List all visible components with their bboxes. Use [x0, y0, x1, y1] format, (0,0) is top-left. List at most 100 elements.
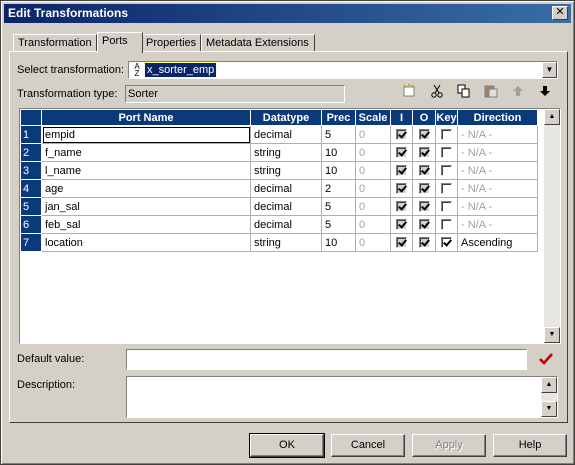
direction-cell[interactable]: Ascending — [457, 233, 538, 252]
column-header-scale[interactable]: Scale — [355, 109, 391, 126]
port-name-cell[interactable]: empid — [41, 125, 251, 144]
output-checkbox[interactable] — [418, 147, 430, 159]
direction-cell[interactable]: - N/A - — [457, 125, 538, 144]
key-checkbox[interactable] — [441, 165, 452, 177]
column-header-output[interactable]: O — [412, 109, 436, 126]
port-name-cell[interactable]: feb_sal — [41, 215, 251, 234]
datatype-cell[interactable]: string — [250, 161, 322, 180]
scale-cell[interactable]: 0 — [355, 179, 391, 198]
datatype-cell[interactable]: string — [250, 233, 322, 252]
table-row[interactable]: 4 age decimal 2 0 - N/A - — [20, 179, 538, 198]
scale-cell[interactable]: 0 — [355, 161, 391, 180]
input-checkbox[interactable] — [396, 219, 407, 231]
tab-transformation[interactable]: Transformation — [13, 34, 97, 52]
column-header-key[interactable]: Key — [435, 109, 458, 126]
datatype-cell[interactable]: decimal — [250, 197, 322, 216]
description-scroll-down-icon[interactable]: ▼ — [541, 401, 557, 417]
scissors-icon[interactable] — [427, 84, 447, 102]
direction-cell[interactable]: - N/A - — [457, 215, 538, 234]
row-number[interactable]: 4 — [20, 179, 42, 198]
description-textarea[interactable]: ▲ ▼ — [126, 376, 558, 418]
output-checkbox[interactable] — [418, 237, 430, 249]
port-name-cell[interactable]: f_name — [41, 143, 251, 162]
row-number[interactable]: 1 — [20, 125, 42, 144]
row-number[interactable]: 2 — [20, 143, 42, 162]
direction-cell[interactable]: - N/A - — [457, 143, 538, 162]
chevron-down-icon[interactable]: ▼ — [542, 62, 557, 78]
cancel-button[interactable]: Cancel — [331, 434, 405, 457]
datatype-cell[interactable]: decimal — [250, 215, 322, 234]
scale-cell[interactable]: 0 — [355, 125, 391, 144]
row-number[interactable]: 6 — [20, 215, 42, 234]
output-checkbox[interactable] — [418, 183, 430, 195]
prec-cell[interactable]: 2 — [321, 179, 356, 198]
scale-cell[interactable]: 0 — [355, 233, 391, 252]
close-button[interactable]: ✕ — [552, 6, 568, 20]
output-checkbox[interactable] — [418, 219, 430, 231]
prec-cell[interactable]: 5 — [321, 125, 356, 144]
column-header-port-name[interactable]: Port Name — [41, 109, 251, 126]
datatype-cell[interactable]: decimal — [250, 125, 322, 144]
input-checkbox[interactable] — [396, 237, 407, 249]
input-checkbox[interactable] — [396, 183, 407, 195]
direction-cell[interactable]: - N/A - — [457, 161, 538, 180]
scale-cell[interactable]: 0 — [355, 143, 391, 162]
input-checkbox[interactable] — [396, 201, 407, 213]
prec-cell[interactable]: 10 — [321, 161, 356, 180]
prec-cell[interactable]: 5 — [321, 197, 356, 216]
output-checkbox[interactable] — [418, 129, 430, 141]
scale-cell[interactable]: 0 — [355, 215, 391, 234]
table-row[interactable]: 3 l_name string 10 0 - N/A - — [20, 161, 538, 180]
arrow-down-icon[interactable] — [535, 84, 555, 102]
description-scrollbar[interactable]: ▲ ▼ — [541, 377, 557, 417]
tab-ports[interactable]: Ports — [97, 32, 143, 53]
datatype-cell[interactable]: string — [250, 143, 322, 162]
validate-check-icon[interactable] — [538, 351, 554, 367]
prec-cell[interactable]: 5 — [321, 215, 356, 234]
key-checkbox[interactable] — [441, 219, 452, 231]
tab-properties[interactable]: Properties — [141, 34, 201, 52]
datatype-cell[interactable]: decimal — [250, 179, 322, 198]
direction-cell[interactable]: - N/A - — [457, 179, 538, 198]
key-checkbox[interactable] — [441, 147, 452, 159]
port-name-cell[interactable]: age — [41, 179, 251, 198]
new-port-icon[interactable] — [399, 84, 419, 102]
select-transformation-combo[interactable]: A Z x_sorter_emp ▼ — [128, 61, 558, 79]
key-checkbox[interactable] — [441, 129, 452, 141]
table-row[interactable]: 1 empid decimal 5 0 - N/A - — [20, 125, 538, 144]
row-number[interactable]: 7 — [20, 233, 42, 252]
table-row[interactable]: 6 feb_sal decimal 5 0 - N/A - — [20, 215, 538, 234]
scale-cell[interactable]: 0 — [355, 197, 391, 216]
description-scroll-up-icon[interactable]: ▲ — [541, 377, 557, 393]
table-row[interactable]: 2 f_name string 10 0 - N/A - — [20, 143, 538, 162]
column-header-input[interactable]: I — [390, 109, 413, 126]
prec-cell[interactable]: 10 — [321, 143, 356, 162]
tab-metadata-extensions[interactable]: Metadata Extensions — [201, 34, 315, 52]
column-header-prec[interactable]: Prec — [321, 109, 356, 126]
output-checkbox[interactable] — [418, 201, 430, 213]
default-value-input[interactable] — [126, 349, 527, 370]
input-checkbox[interactable] — [396, 129, 407, 141]
column-header-direction[interactable]: Direction — [457, 109, 538, 126]
column-header-datatype[interactable]: Datatype — [250, 109, 322, 126]
prec-cell[interactable]: 10 — [321, 233, 356, 252]
output-checkbox[interactable] — [418, 165, 430, 177]
row-number[interactable]: 3 — [20, 161, 42, 180]
port-name-cell[interactable]: location — [41, 233, 251, 252]
table-row[interactable]: 5 jan_sal decimal 5 0- N/A - — [20, 197, 538, 216]
input-checkbox[interactable] — [396, 147, 407, 159]
help-button[interactable]: Help — [493, 434, 567, 457]
key-checkbox[interactable] — [441, 237, 452, 249]
key-checkbox[interactable] — [441, 201, 452, 213]
ok-button[interactable]: OK — [249, 433, 325, 458]
row-number[interactable]: 5 — [20, 197, 42, 216]
grid-vertical-scrollbar[interactable]: ▲ ▼ — [544, 109, 560, 343]
direction-cell[interactable]: - N/A - — [457, 197, 538, 216]
port-name-cell[interactable]: jan_sal — [41, 197, 251, 216]
table-row[interactable]: 7 location string 10 0 Ascending — [20, 233, 538, 252]
scroll-down-icon[interactable]: ▼ — [544, 327, 560, 343]
key-checkbox[interactable] — [441, 183, 452, 195]
scroll-up-icon[interactable]: ▲ — [544, 109, 560, 125]
copy-icon[interactable] — [454, 84, 474, 102]
input-checkbox[interactable] — [396, 165, 407, 177]
